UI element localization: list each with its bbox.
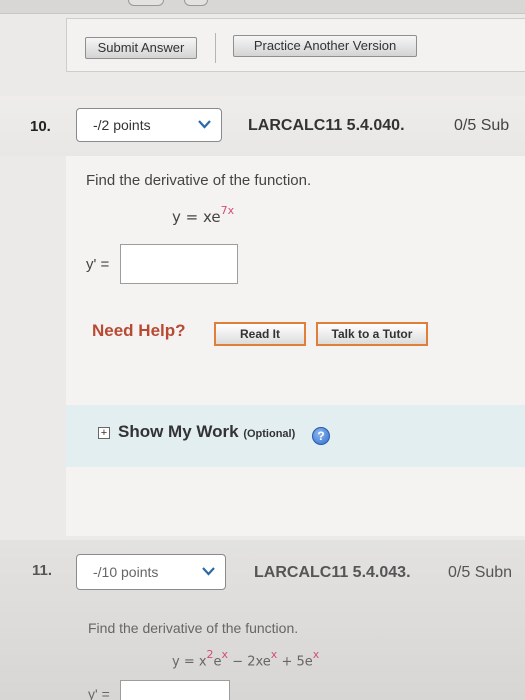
chevron-down-icon xyxy=(198,120,211,129)
show-my-work-label: Show My Work xyxy=(118,422,239,441)
submit-panel: Submit Answer Practice Another Version xyxy=(66,18,525,72)
answer-input[interactable] xyxy=(120,680,230,700)
eq-exp: x xyxy=(312,648,320,661)
eq-exp: 2 xyxy=(206,648,214,661)
answer-label: y' = xyxy=(88,686,110,700)
equation-exponent: 7x xyxy=(220,204,235,217)
points-label: -/10 points xyxy=(93,564,159,580)
talk-to-tutor-button[interactable]: Talk to a Tutor xyxy=(316,322,428,346)
question-body: Find the derivative of the function. y =… xyxy=(66,156,525,536)
function-equation: y = x2ex − 2xex + 5ex xyxy=(172,648,320,670)
equation-base: y = xe xyxy=(172,208,221,226)
answer-input[interactable] xyxy=(120,244,238,284)
need-help-label: Need Help? xyxy=(92,321,186,340)
divider xyxy=(215,33,216,63)
read-it-button[interactable]: Read It xyxy=(214,322,306,346)
chevron-down-icon xyxy=(202,567,215,576)
eq-part: y = x xyxy=(172,654,207,670)
question-prompt: Find the derivative of the function. xyxy=(88,620,299,636)
eq-exp: x xyxy=(221,648,229,661)
question-score: 0/5 Sub xyxy=(454,117,510,134)
question-code: LARCALC11 5.4.043. xyxy=(254,564,411,581)
expand-plus-icon[interactable]: + xyxy=(98,427,110,439)
question-score: 0/5 Subn xyxy=(448,564,513,581)
question-prompt: Find the derivative of the function. xyxy=(86,172,312,189)
optional-label: (Optional) xyxy=(243,428,296,440)
question-header: 10. -/2 points LARCALC11 5.4.040. 0/5 Su… xyxy=(0,96,525,156)
eq-exp: x xyxy=(270,648,278,661)
show-my-work-section: + Show My Work (Optional) ? xyxy=(66,405,525,467)
show-my-work-title[interactable]: Show My Work (Optional) xyxy=(118,422,295,442)
question-number: 10. xyxy=(30,118,51,135)
eq-part: − 2xe xyxy=(228,654,271,670)
help-circle-icon[interactable]: ? xyxy=(312,427,330,445)
eq-part: e xyxy=(213,654,222,670)
answer-label: y' = xyxy=(86,256,110,273)
practice-another-version-button[interactable]: Practice Another Version xyxy=(233,35,417,57)
points-label: -/2 points xyxy=(93,117,151,133)
points-dropdown[interactable]: -/10 points xyxy=(76,554,226,590)
top-strip xyxy=(0,0,525,14)
top-blip xyxy=(128,0,164,6)
submit-answer-button[interactable]: Submit Answer xyxy=(85,37,197,59)
question-number: 11. xyxy=(32,562,53,579)
eq-part: + 5e xyxy=(277,654,313,670)
top-blip xyxy=(184,0,208,6)
question-code: LARCALC11 5.4.040. xyxy=(248,117,405,134)
function-equation: y = xe7x xyxy=(172,204,235,226)
question-11: 11. -/10 points LARCALC11 5.4.043. 0/5 S… xyxy=(0,540,525,700)
points-dropdown[interactable]: -/2 points xyxy=(76,108,222,142)
